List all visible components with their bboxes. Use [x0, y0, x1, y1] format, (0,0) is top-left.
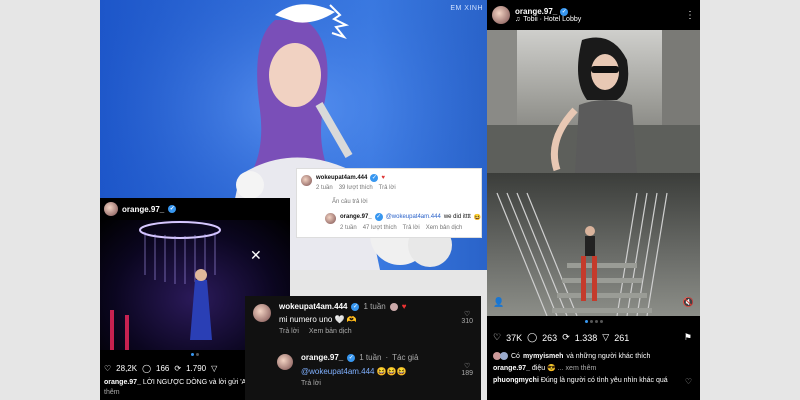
like-count: 28,2K	[116, 364, 138, 373]
reply-like-count[interactable]: 47 lượt thích	[363, 225, 397, 231]
verified-badge-icon: ✓	[351, 302, 360, 311]
heart-icon: ♥	[401, 302, 407, 311]
music-track[interactable]: Tobii · Hotel Lobby	[523, 16, 581, 23]
verified-badge-icon: ✓	[168, 205, 177, 213]
share-icon[interactable]: ▽	[211, 364, 217, 373]
caption-username[interactable]: orange.97_	[104, 379, 141, 386]
comment-icon[interactable]: ◯	[527, 332, 537, 343]
post-header: orange.97_ ✓ ♫ Tobii · Hotel Lobby ⋮	[487, 0, 700, 30]
share-count: 261	[614, 332, 630, 343]
comment-text: Đúng là người có tình yêu nhìn khác quá	[540, 377, 668, 384]
comment-like-count[interactable]: 39 lượt thích	[339, 185, 373, 191]
caption-more-link[interactable]: ... xem thêm	[558, 365, 597, 372]
author-label: Tác giả	[392, 353, 419, 362]
post-header: orange.97_ ✓	[100, 198, 290, 220]
translate-link[interactable]: Xem bản dịch	[426, 225, 463, 231]
hand-emoji-icon: 🫶	[346, 315, 357, 324]
reply-avatar[interactable]	[277, 354, 293, 370]
reply-text: we did itttt	[443, 214, 471, 220]
comment-count: 166	[156, 364, 170, 373]
reply-link[interactable]: Trả lời	[379, 185, 396, 191]
comment-username[interactable]: phuongmychi	[493, 377, 539, 384]
stage-logo-glyph: ✕	[250, 248, 262, 264]
commenter-avatar[interactable]	[301, 175, 312, 186]
sunglasses-emoji-icon: 😎	[547, 365, 556, 372]
reply-username[interactable]: orange.97_	[340, 214, 372, 220]
photo-top-illustration	[487, 30, 700, 173]
comment-thread-card: wokeupat4am.444 ✓ ♥ 2 tuần 39 lượt thích…	[296, 168, 482, 238]
reply-mention[interactable]: @wokeupat4am.444	[386, 214, 441, 220]
verified-badge-icon: ✓	[560, 7, 569, 16]
repost-count: 1.338	[574, 332, 598, 343]
liked-by-prefix: Có	[511, 352, 520, 360]
right-instagram-post: orange.97_ ✓ ♫ Tobii · Hotel Lobby ⋮ 👤 🔇…	[487, 0, 700, 400]
screenshot-canvas: EM XINH wokeupat4am.444 ✓ ♥ 2 tuần 39 lư…	[0, 0, 800, 400]
reply-link[interactable]: Trả lời	[279, 328, 299, 335]
post-username[interactable]: orange.97_	[122, 205, 164, 214]
laughing-emojis-icon: 😆😆😆	[376, 367, 407, 376]
bookmark-icon[interactable]: ⚑	[684, 332, 692, 343]
liked-by-user[interactable]: mymyismeh	[523, 353, 563, 360]
dark-comment-thread: wokeupat4am.444 ✓ 1 tuần ♥ mi numero uno…	[245, 296, 481, 400]
tagged-user-icon[interactable]: 👤	[493, 297, 504, 308]
comment-icon[interactable]: ◯	[142, 364, 151, 373]
comment-like-count: 310	[461, 318, 473, 325]
repost-icon[interactable]: ⟳	[562, 332, 570, 343]
comment-count: 263	[542, 332, 558, 343]
comment-time: 1 tuần	[363, 302, 386, 311]
reply-reply-link[interactable]: Trả lời	[301, 380, 321, 387]
verified-badge-icon: ✓	[374, 213, 383, 221]
verified-badge-icon: ✓	[347, 353, 356, 362]
repost-count: 1.790	[186, 364, 207, 373]
reply-like-icon[interactable]: ♡	[461, 362, 473, 370]
caption-more-link[interactable]: thêm	[104, 389, 120, 396]
reply-like-count: 189	[461, 370, 473, 377]
profile-avatar[interactable]	[104, 202, 118, 216]
liked-by-suffix[interactable]: và những người khác thích	[566, 353, 650, 360]
author-liked-avatar-icon	[389, 302, 398, 311]
caption-text: điệu	[531, 365, 546, 372]
comment-like-icon[interactable]: ♡	[461, 310, 473, 318]
verified-badge-icon: ✓	[370, 174, 379, 182]
reply-username[interactable]: orange.97_	[301, 353, 343, 362]
music-note-icon: ♫	[515, 16, 521, 23]
heart-emoji-icon: ♥	[381, 175, 385, 181]
watermark-text: EM XINH	[450, 5, 483, 12]
share-icon[interactable]: ▽	[602, 332, 609, 343]
like-count: 37K	[506, 332, 523, 343]
comment-like-icon[interactable]: ♡	[685, 377, 692, 386]
commenter-username[interactable]: wokeupat4am.444	[316, 175, 367, 181]
comment-text: mi numero uno	[279, 315, 333, 324]
caption-username[interactable]: orange.97_	[493, 365, 530, 372]
reply-mention[interactable]: @wokeupat4am.444	[301, 367, 375, 376]
liker-avatar-icon	[500, 352, 508, 360]
post-username[interactable]: orange.97_	[515, 7, 557, 16]
hide-replies-link[interactable]: Ẩn câu trả lời	[332, 199, 368, 205]
repost-icon[interactable]: ⟳	[174, 364, 181, 373]
mute-icon[interactable]: 🔇	[683, 297, 694, 308]
like-icon[interactable]: ♡	[493, 332, 501, 343]
carousel-dots	[487, 320, 700, 323]
grin-emoji-icon: 😆	[473, 214, 482, 221]
reply-avatar[interactable]	[325, 213, 336, 224]
post-photo-top	[487, 30, 700, 173]
commenter-username[interactable]: wokeupat4am.444	[279, 302, 347, 311]
like-icon[interactable]: ♡	[104, 364, 111, 373]
post-photo-bottom: 👤 🔇	[487, 173, 700, 317]
photo-bottom-illustration	[496, 192, 668, 317]
caption-text: LỜI NGƯỢC DÒNG và lời gửi 'Ac	[142, 379, 250, 386]
reply-time: 2 tuần	[340, 225, 357, 231]
profile-avatar[interactable]	[492, 6, 510, 24]
comment-time: 2 tuần	[316, 185, 333, 191]
more-options-icon[interactable]: ⋮	[685, 10, 695, 21]
white-heart-emoji-icon: 🤍	[334, 315, 345, 324]
translate-link[interactable]: Xem bản dịch	[309, 328, 352, 335]
reply-time: 1 tuần	[359, 353, 382, 362]
reply-reply-link[interactable]: Trả lời	[403, 225, 420, 231]
commenter-avatar[interactable]	[253, 304, 271, 322]
